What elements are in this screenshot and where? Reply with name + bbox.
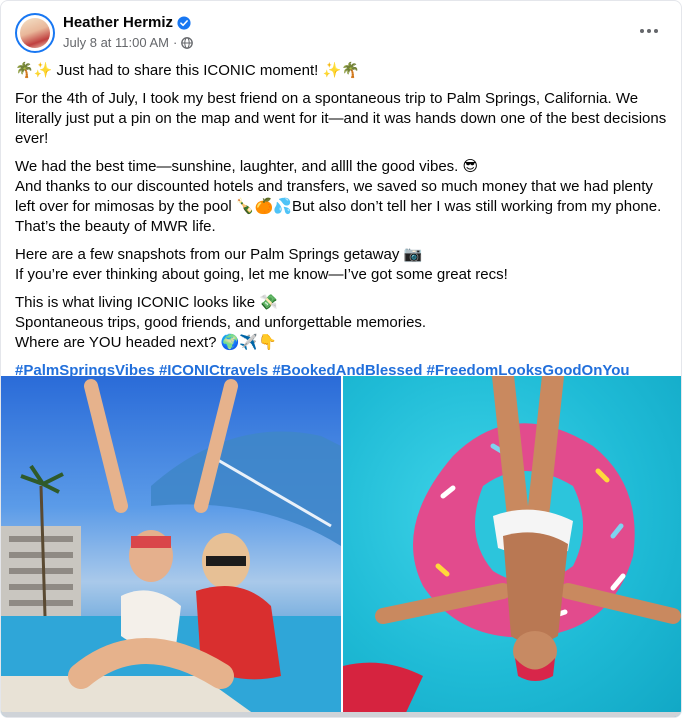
post-paragraph-5b: Spontaneous trips, good friends, and unf… [15, 314, 427, 331]
photo-grid [1, 376, 681, 717]
globe-icon[interactable] [181, 36, 194, 49]
author-name[interactable]: Heather Hermiz [63, 14, 173, 31]
post-paragraph-5c: Where are YOU headed next? 🌍✈️👇 [15, 334, 277, 351]
post-paragraph-3a: We had the best time—sunshine, laughter,… [15, 158, 479, 175]
avatar-photo [20, 18, 50, 48]
author-name-row: Heather Hermiz [63, 14, 191, 31]
photo-donut-illustration [343, 376, 681, 717]
more-dot [640, 29, 644, 33]
author-avatar[interactable] [15, 13, 55, 53]
photo-poolside-friends[interactable] [1, 376, 341, 717]
photo-poolside-illustration [1, 379, 341, 717]
meta-separator: · [173, 35, 178, 50]
post-paragraph-4a: Here are a few snapshots from our Palm S… [15, 246, 423, 263]
post-line-1: 🌴✨ Just had to share this ICONIC moment!… [15, 62, 360, 79]
post-paragraph-3b: And thanks to our discounted hotels and … [15, 178, 662, 235]
post-header: Heather Hermiz July 8 at 11:00 AM · [15, 13, 667, 53]
post-paragraph-2: For the 4th of July, I took my best frie… [15, 90, 667, 147]
photo-donut-float[interactable] [343, 376, 681, 717]
post-paragraph-5a: This is what living ICONIC looks like 💸 [15, 294, 278, 311]
post-meta: July 8 at 11:00 AM · [63, 35, 194, 50]
post-timestamp[interactable]: July 8 at 11:00 AM [63, 35, 169, 50]
post-body: 🌴✨ Just had to share this ICONIC moment!… [15, 61, 671, 389]
more-options-icon[interactable] [637, 19, 661, 43]
more-dot [654, 29, 658, 33]
more-photos-strip[interactable] [1, 712, 681, 717]
verified-badge-icon [177, 15, 191, 30]
more-dot [647, 29, 651, 33]
post-paragraph-4b: If you’re ever thinking about going, let… [15, 266, 508, 283]
facebook-post-card: Heather Hermiz July 8 at 11:00 AM · 🌴✨ J… [0, 0, 682, 718]
